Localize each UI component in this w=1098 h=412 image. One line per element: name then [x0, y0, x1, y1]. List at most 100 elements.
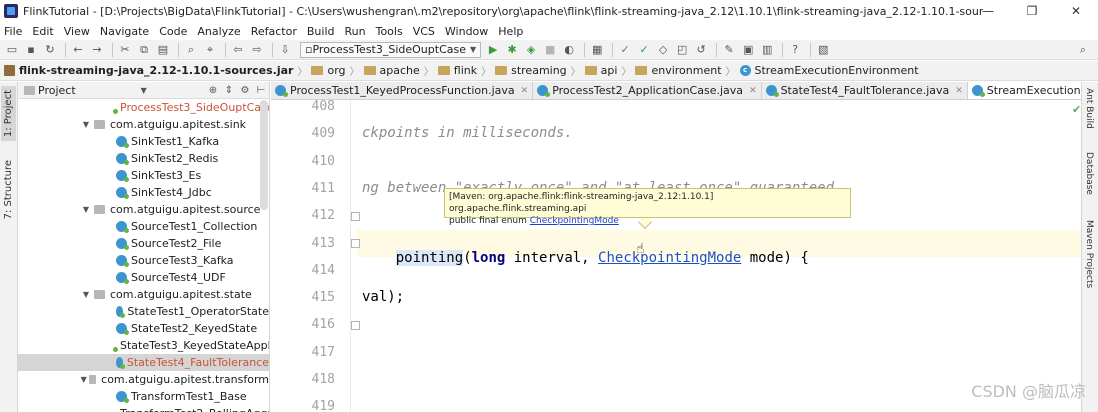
- tool-tab-maven-projects[interactable]: Maven Projects: [1084, 220, 1094, 288]
- replace-icon[interactable]: ⌖: [202, 42, 218, 58]
- menu-code[interactable]: Code: [159, 25, 187, 38]
- menu-window[interactable]: Window: [445, 25, 488, 38]
- tree-class-row[interactable]: StateTest1_OperatorState: [18, 303, 269, 320]
- tree-class-row[interactable]: TransformTest2_RollingAggreg: [18, 405, 269, 412]
- tree-class-row[interactable]: ProcessTest3_SideOuptCase: [18, 99, 269, 116]
- close-tab-icon[interactable]: ✕: [749, 86, 757, 96]
- layout-icon[interactable]: ▥: [759, 42, 775, 58]
- minimize-button[interactable]: —: [966, 0, 1010, 22]
- code-line-413[interactable]: pointing(long interval, CheckpointingMod…: [362, 234, 809, 282]
- tree-class-row[interactable]: TransformTest1_Base: [18, 388, 269, 405]
- tree-class-row[interactable]: SinkTest1_Kafka: [18, 133, 269, 150]
- fold-marker[interactable]: [351, 212, 360, 221]
- vcs-history-icon[interactable]: ◰: [674, 42, 690, 58]
- save-all-icon[interactable]: ▪: [23, 42, 39, 58]
- terminal-icon[interactable]: ▧: [815, 42, 831, 58]
- vcs-update-icon[interactable]: ▦: [589, 42, 605, 58]
- menu-build[interactable]: Build: [307, 25, 335, 38]
- expand-arrow-icon[interactable]: ▼: [80, 375, 87, 384]
- tree-class-row[interactable]: SourceTest2_File: [18, 235, 269, 252]
- tree-class-row[interactable]: SourceTest3_Kafka: [18, 252, 269, 269]
- expand-arrow-icon[interactable]: ▼: [80, 120, 92, 129]
- find-icon[interactable]: ⌕: [183, 42, 199, 58]
- tab-processtest2[interactable]: ProcessTest2_ApplicationCase.java ✕: [533, 82, 762, 99]
- fold-marker[interactable]: [351, 321, 360, 330]
- project-structure-icon[interactable]: ✎: [721, 42, 737, 58]
- breadcrumb-streaming[interactable]: streaming: [495, 64, 567, 77]
- fold-marker[interactable]: [351, 239, 360, 248]
- code-editor[interactable]: 408 409 ckpoints in milliseconds. 410 411 ng …: [271, 100, 1081, 412]
- sdk-icon[interactable]: ▣: [740, 42, 756, 58]
- expand-arrow-icon[interactable]: ▼: [80, 290, 92, 299]
- locate-file-icon[interactable]: ⊕: [205, 85, 221, 96]
- menu-view[interactable]: View: [64, 25, 90, 38]
- forward-icon[interactable]: →: [89, 42, 105, 58]
- tooltip-type-link[interactable]: CheckpointingMode: [530, 216, 619, 226]
- copy-icon[interactable]: ⧉: [136, 42, 152, 58]
- menu-run[interactable]: Run: [345, 25, 366, 38]
- menu-vcs[interactable]: VCS: [413, 25, 435, 38]
- back-icon[interactable]: ←: [70, 42, 86, 58]
- breadcrumb-apache[interactable]: apache: [363, 64, 420, 77]
- help-icon[interactable]: ?: [787, 42, 803, 58]
- tree-class-row[interactable]: SinkTest3_Es: [18, 167, 269, 184]
- nav-forward-icon[interactable]: ⇨: [249, 42, 265, 58]
- stop-icon[interactable]: ■: [542, 42, 558, 58]
- tree-class-row[interactable]: SourceTest4_UDF: [18, 269, 269, 286]
- tree-class-row[interactable]: StateTest2_KeyedState: [18, 320, 269, 337]
- debug-icon[interactable]: ✱: [504, 42, 520, 58]
- breadcrumb-jar[interactable]: flink-streaming-java_2.12-1.10.1-sources…: [4, 64, 293, 77]
- nav-back-icon[interactable]: ⇦: [230, 42, 246, 58]
- run-icon[interactable]: ▶: [485, 42, 501, 58]
- vcs-commit-icon[interactable]: ✓: [636, 42, 652, 58]
- tab-processtest1[interactable]: ProcessTest1_KeyedProcessFunction.java ✕: [271, 82, 534, 99]
- tab-statetest4[interactable]: StateTest4_FaultTolerance.java ✕: [762, 82, 968, 99]
- tab-streamexecutionenvironment[interactable]: StreamExecutionEnvironment.java ✕: [967, 82, 1081, 99]
- project-panel-scrollbar[interactable]: [260, 100, 268, 210]
- profiler-icon[interactable]: ◐: [561, 42, 577, 58]
- open-folder-icon[interactable]: ▭: [4, 42, 20, 58]
- breadcrumb-flink[interactable]: flink: [437, 64, 477, 77]
- tree-class-row[interactable]: SinkTest4_Jdbc: [18, 184, 269, 201]
- breadcrumb-environment[interactable]: environment: [635, 64, 722, 77]
- vcs-revert-icon[interactable]: ↺: [693, 42, 709, 58]
- menu-analyze[interactable]: Analyze: [197, 25, 240, 38]
- cut-icon[interactable]: ✂: [117, 42, 133, 58]
- tree-class-row[interactable]: StateTest4_FaultTolerance: [18, 354, 269, 371]
- tree-class-row[interactable]: StateTest3_KeyedStateApplicat: [18, 337, 269, 354]
- hide-panel-icon[interactable]: ⊢: [253, 85, 269, 96]
- gear-icon[interactable]: ⚙: [237, 85, 253, 96]
- close-tab-icon[interactable]: ✕: [521, 86, 529, 96]
- tree-package-row[interactable]: ▼ com.atguigu.apitest.source: [18, 201, 269, 218]
- menu-tools[interactable]: Tools: [376, 25, 403, 38]
- project-view-select[interactable]: Project: [38, 84, 76, 97]
- tool-tab-ant-build[interactable]: Ant Build: [1084, 88, 1094, 129]
- code-line[interactable]: val);: [362, 289, 404, 305]
- tree-package-row[interactable]: ▼ com.atguigu.apitest.transform: [18, 371, 269, 388]
- vcs-fetch-icon[interactable]: ✓: [617, 42, 633, 58]
- chevron-down-icon[interactable]: ▼: [136, 82, 152, 98]
- tool-tab-database[interactable]: Database: [1084, 152, 1094, 195]
- menu-file[interactable]: File: [4, 25, 22, 38]
- code-line[interactable]: ckpoints in milliseconds.: [362, 125, 573, 141]
- tool-tab-structure[interactable]: 7: Structure: [1, 156, 16, 223]
- tree-package-row[interactable]: ▼ com.atguigu.apitest.state: [18, 286, 269, 303]
- sync-icon[interactable]: ↻: [42, 42, 58, 58]
- build-project-icon[interactable]: ⇩: [277, 42, 293, 58]
- tool-tab-project[interactable]: 1: Project: [1, 86, 16, 142]
- breadcrumb-api[interactable]: api: [584, 64, 617, 77]
- menu-help[interactable]: Help: [498, 25, 523, 38]
- tree-class-row[interactable]: SinkTest2_Redis: [18, 150, 269, 167]
- search-everywhere-icon[interactable]: ⌕: [1075, 42, 1091, 58]
- vcs-compare-icon[interactable]: ◇: [655, 42, 671, 58]
- checkpointingmode-link[interactable]: CheckpointingMode: [598, 250, 741, 266]
- close-tab-icon[interactable]: ✕: [955, 86, 963, 96]
- menu-edit[interactable]: Edit: [32, 25, 53, 38]
- tree-package-row[interactable]: ▼ com.atguigu.apitest.sink: [18, 116, 269, 133]
- run-configuration-select[interactable]: ▫ ProcessTest3_SideOuptCase ▼: [300, 41, 482, 58]
- expand-arrow-icon[interactable]: ▼: [80, 205, 92, 214]
- breadcrumb-class[interactable]: c StreamExecutionEnvironment: [739, 64, 919, 77]
- menu-refactor[interactable]: Refactor: [251, 25, 297, 38]
- coverage-icon[interactable]: ◈: [523, 42, 539, 58]
- collapse-all-icon[interactable]: ⇕: [221, 85, 237, 96]
